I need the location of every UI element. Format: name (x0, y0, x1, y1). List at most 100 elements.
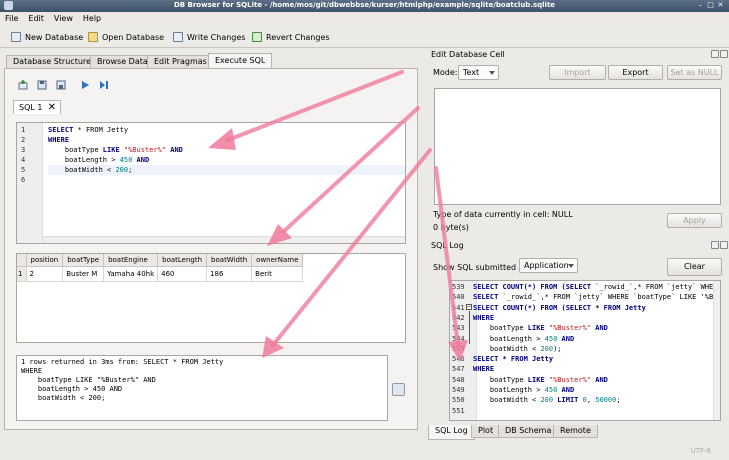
log-line: boatWidth < 200); (473, 344, 562, 353)
dock-close-icon[interactable] (720, 50, 728, 58)
status-bar: UTF-8 (0, 445, 729, 460)
minimize-icon[interactable]: – (696, 1, 705, 10)
row-header[interactable]: 1 (17, 266, 27, 282)
apply-button[interactable]: Apply (667, 213, 722, 228)
cell-type-info: Type of data currently in cell: NULL (433, 210, 573, 219)
new-database-button[interactable]: New Database (11, 30, 83, 44)
open-database-button[interactable]: Open Database (88, 30, 164, 44)
tab-edit-pragmas[interactable]: Edit Pragmas (147, 55, 214, 68)
mode-select[interactable]: Text (458, 65, 499, 80)
log-line: boatLength > 450 AND (473, 334, 575, 343)
open-folder-icon (88, 32, 98, 42)
line-number: 4 (21, 156, 26, 164)
line-number: 540 (452, 293, 465, 302)
line-number: 5 (21, 166, 26, 174)
log-line: boatWidth < 200 LIMIT 0, 50000; (473, 396, 621, 405)
line-number: 548 (452, 375, 465, 384)
import-button[interactable]: Import (549, 65, 606, 80)
edit-cell-title: Edit Database Cell (431, 50, 505, 59)
open-tab-icon[interactable] (18, 80, 28, 90)
tab-remote[interactable]: Remote (553, 425, 598, 438)
close-tab-icon[interactable]: ✕ (48, 101, 56, 114)
close-icon[interactable]: ✕ (716, 1, 725, 10)
tab-execute-sql[interactable]: Execute SQL (208, 53, 273, 68)
save-icon (173, 32, 183, 42)
line-number: 546 (452, 355, 465, 364)
open-sql-file-icon[interactable] (37, 80, 47, 90)
mode-label: Mode: (433, 68, 458, 77)
fold-marker-icon[interactable]: − (466, 304, 472, 310)
sql-editor-tab[interactable]: SQL 1 ✕ (13, 100, 61, 114)
log-line: boatLength > 450 AND (473, 386, 575, 394)
menu-file[interactable]: File (0, 12, 23, 25)
code-line: SELECT * FROM Jetty (48, 126, 129, 134)
column-header[interactable]: ownerName (251, 254, 304, 267)
sql-log-title: SQL Log (431, 241, 464, 250)
tab-browse-data[interactable]: Browse Data (90, 55, 155, 68)
line-number: 547 (452, 365, 465, 374)
window-title: DB Browser for SQLite - /home/mos/git/db… (173, 1, 556, 9)
code-line: WHERE (48, 136, 70, 144)
line-number: 551 (452, 406, 465, 415)
column-header[interactable]: boatEngine (103, 254, 159, 267)
column-header[interactable]: boatWidth (206, 254, 253, 267)
maximize-icon[interactable]: □ (706, 1, 715, 10)
column-header[interactable]: boatLength (157, 254, 208, 267)
new-database-icon (11, 32, 21, 42)
line-number: 3 (21, 146, 26, 154)
revert-changes-button[interactable]: Revert Changes (252, 30, 330, 44)
column-header[interactable]: position (26, 254, 64, 267)
line-number: 545 (452, 344, 465, 353)
log-line: WHERE (473, 313, 495, 322)
table-cell[interactable]: Berit (251, 266, 304, 282)
menu-edit[interactable]: Edit (23, 12, 49, 25)
show-sql-label: Show SQL submitted by (433, 263, 529, 272)
chevron-down-icon (489, 71, 495, 75)
vertical-scrollbar[interactable] (713, 281, 720, 420)
log-line: SELECT `_rowid_`,* FROM `jetty` WHERE `b… (473, 293, 718, 302)
line-number: 550 (452, 396, 465, 405)
table-cell[interactable]: 2 (26, 266, 64, 282)
horizontal-scrollbar[interactable] (43, 236, 405, 243)
main-toolbar: New Database Open Database Write Changes… (0, 26, 729, 48)
tab-db-schema[interactable]: DB Schema (498, 425, 559, 438)
save-results-view-icon[interactable] (392, 383, 405, 396)
menu-help[interactable]: Help (78, 12, 106, 25)
tab-database-structure[interactable]: Database Structure (6, 55, 98, 68)
table-cell[interactable]: 460 (157, 266, 208, 282)
fold-line (469, 311, 470, 344)
revert-icon (252, 32, 262, 42)
set-null-button[interactable]: Set as NULL (667, 65, 722, 80)
corner-header (17, 254, 27, 267)
clear-log-button[interactable]: Clear (667, 258, 722, 276)
line-number: 543 (452, 324, 465, 333)
sql-editor[interactable]: 1 2 3 4 5 6 SELECT * FROM Jetty WHERE bo… (16, 122, 406, 244)
column-header[interactable]: boatType (62, 254, 105, 267)
log-line: SELECT COUNT(*) FROM (SELECT `_rowid_`,*… (473, 283, 721, 291)
dock-float-icon[interactable] (711, 241, 719, 249)
cell-editor[interactable] (434, 88, 721, 205)
log-line: boatType LIKE "%Buster%" AND (473, 375, 608, 384)
log-line: SELECT COUNT(*) FROM (SELECT * FROM Jett… (473, 303, 646, 312)
tab-plot[interactable]: Plot (471, 425, 501, 438)
table-cell[interactable]: Yamaha 40hk (103, 266, 159, 282)
table-cell[interactable]: Buster M (62, 266, 105, 282)
sql-log-view[interactable]: 539 540 541 542 543 544 545 546 547 548 … (449, 280, 721, 421)
save-sql-file-icon[interactable] (56, 80, 66, 90)
dock-close-icon[interactable] (720, 241, 728, 249)
line-number: 1 (21, 126, 26, 134)
tab-sql-log[interactable]: SQL Log (428, 425, 475, 440)
line-number: 541 (452, 303, 465, 312)
submitter-select[interactable]: Application (519, 258, 578, 273)
code-line-current: boatWidth < 200; (48, 165, 405, 175)
menu-view[interactable]: View (49, 12, 78, 25)
execute-all-icon[interactable] (80, 80, 90, 90)
table-cell[interactable]: 186 (206, 266, 253, 282)
execute-line-icon[interactable] (99, 80, 109, 90)
results-grid: position boatType boatEngine boatLength … (16, 253, 406, 343)
title-bar: DB Browser for SQLite - /home/mos/git/db… (0, 0, 729, 12)
write-changes-button[interactable]: Write Changes (173, 30, 245, 44)
line-number: 6 (21, 176, 26, 184)
export-button[interactable]: Export (608, 65, 663, 80)
dock-float-icon[interactable] (711, 50, 719, 58)
